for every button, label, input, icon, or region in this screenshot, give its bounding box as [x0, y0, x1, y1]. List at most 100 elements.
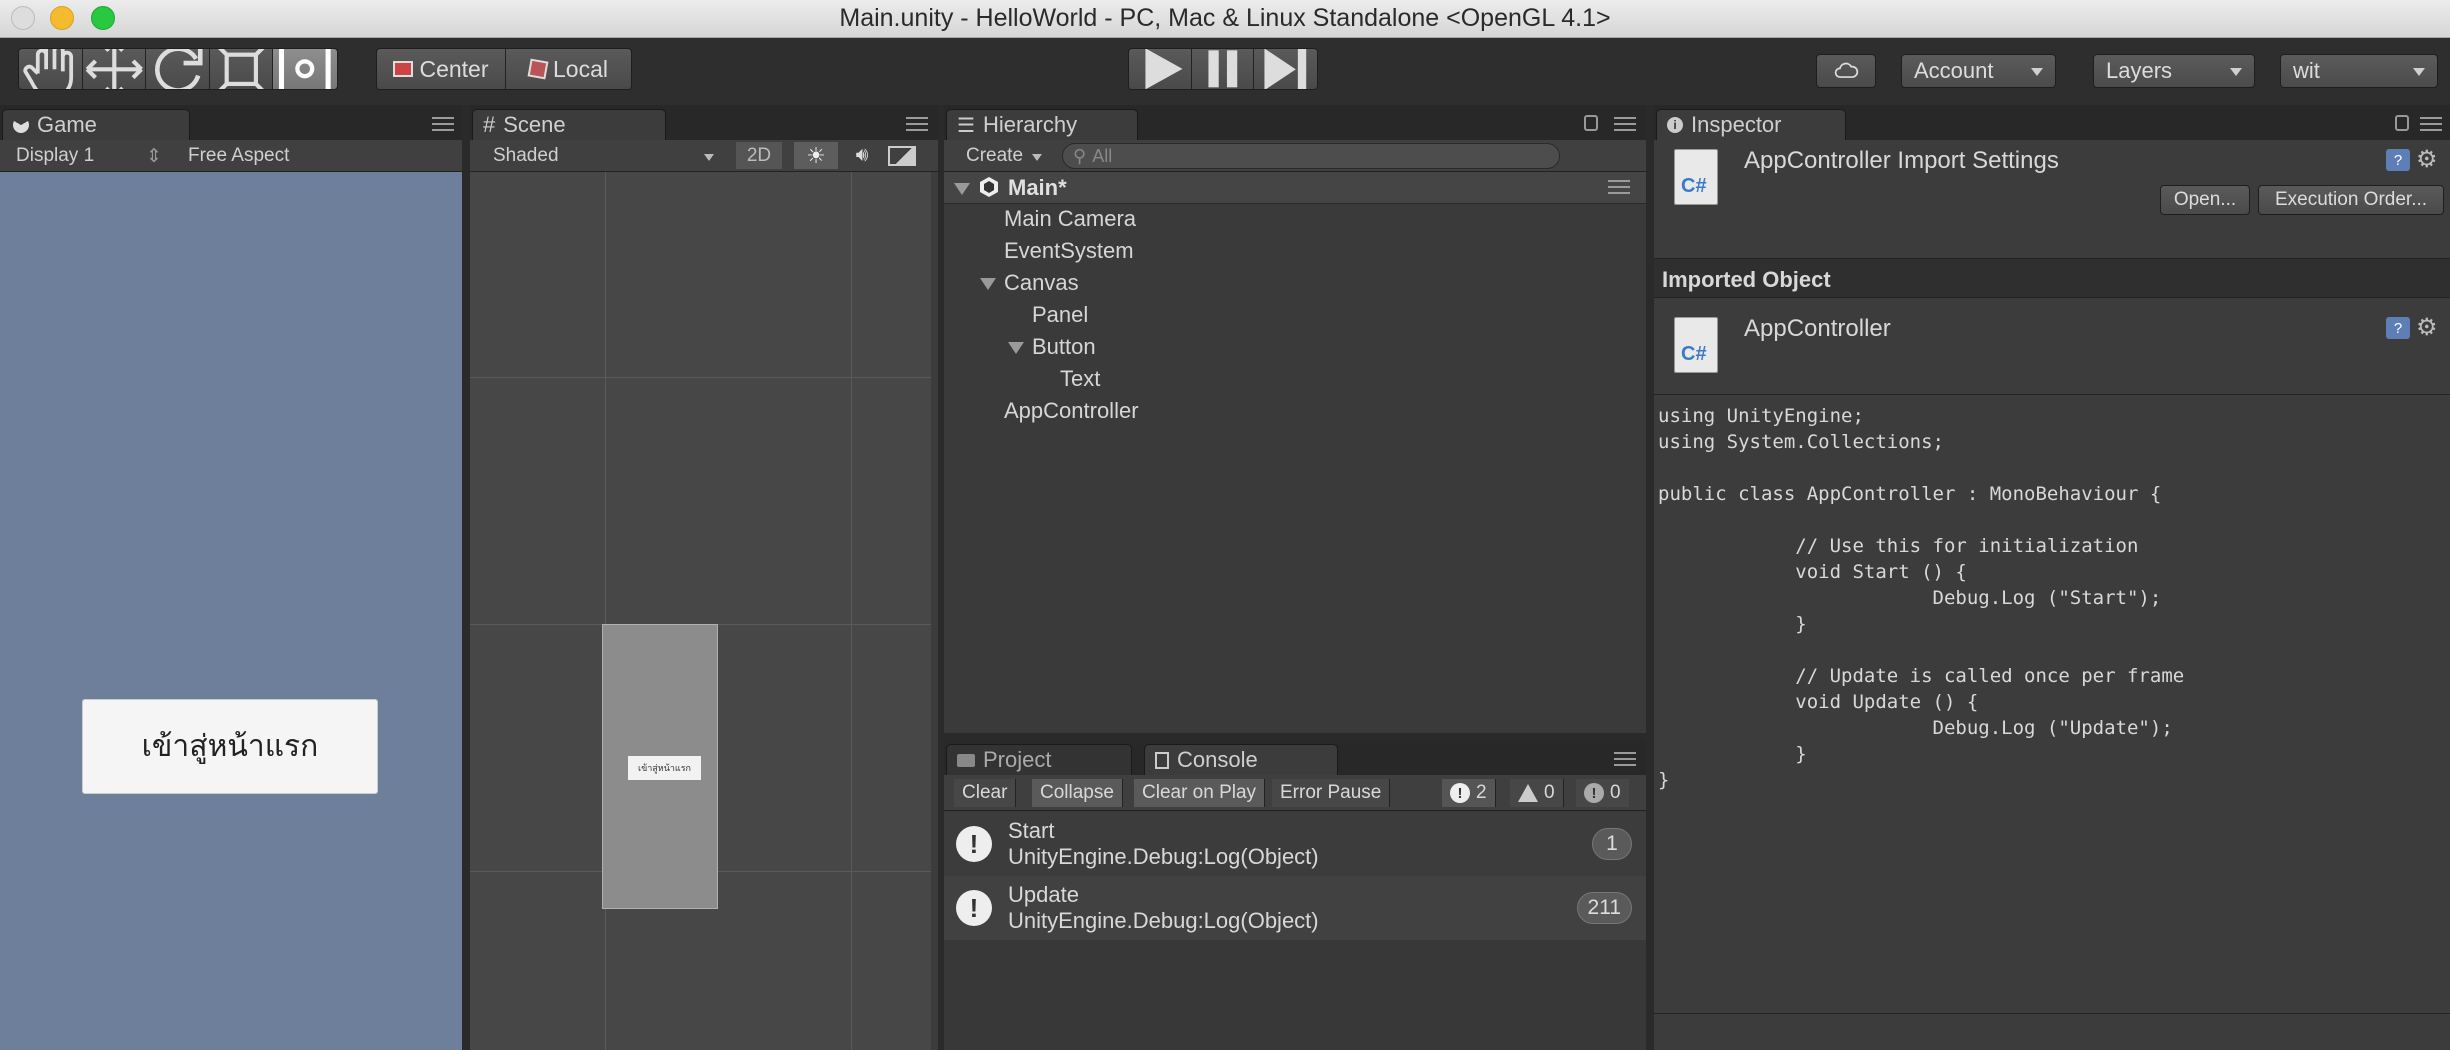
tab-project[interactable]: Project [946, 744, 1132, 775]
aspect-dropdown[interactable]: Free Aspect [188, 145, 289, 167]
move-tool-button[interactable] [82, 49, 147, 89]
pacman-game-icon [13, 117, 29, 133]
clear-label: Clear [962, 782, 1008, 803]
panel-menu-icon[interactable] [1614, 117, 1636, 133]
hierarchy-subbar: Create ⚲ All [944, 140, 1646, 172]
game-viewport[interactable]: เข้าสู่หน้าแรก [0, 172, 462, 1050]
lighting-toggle[interactable]: ☀ [794, 142, 838, 169]
info-icon: ! [1450, 783, 1470, 803]
panel-menu-icon[interactable] [2420, 117, 2442, 133]
transform-tools [18, 48, 338, 90]
audio-toggle[interactable]: 🔊︎ [842, 142, 882, 169]
hierarchy-item-label: Main Camera [1004, 206, 1137, 231]
grid-line [851, 172, 852, 1050]
panel-splitter[interactable] [1646, 105, 1654, 1050]
console-log-row[interactable]: ! Update UnityEngine.Debug:Log(Object) 2… [944, 876, 1646, 940]
hierarchy-item-label: AppController [1004, 398, 1139, 423]
warning-filter-toggle[interactable]: 0 [1510, 779, 1564, 807]
play-button[interactable] [1129, 49, 1192, 89]
clear-on-play-toggle[interactable]: Clear on Play [1134, 779, 1266, 807]
scale-icon [218, 49, 265, 89]
info-filter-toggle[interactable]: ! 2 [1442, 779, 1496, 807]
panel-splitter[interactable] [944, 733, 1646, 740]
lock-icon[interactable] [1584, 115, 1598, 131]
scene-root-row[interactable]: Main* [944, 172, 1646, 204]
step-button[interactable] [1254, 49, 1317, 89]
rect-tool-button[interactable] [273, 49, 337, 89]
clear-button[interactable]: Clear [954, 779, 1017, 807]
play-icon [1145, 49, 1183, 89]
info-circle-icon: i [1667, 117, 1683, 133]
scale-tool-button[interactable] [209, 49, 274, 89]
pivot-center-toggle[interactable]: Center [377, 49, 506, 89]
error-pause-toggle[interactable]: Error Pause [1272, 779, 1391, 807]
hierarchy-item-eventsystem[interactable]: EventSystem [1004, 238, 1134, 264]
hierarchy-item-main-camera[interactable]: Main Camera [1004, 206, 1136, 232]
layout-dropdown[interactable]: wit [2280, 54, 2438, 88]
collapse-toggle[interactable]: Collapse [1032, 779, 1123, 807]
help-icon[interactable]: ? [2386, 149, 2410, 171]
hierarchy-item-label: EventSystem [1004, 238, 1134, 263]
hierarchy-search-input[interactable]: ⚲ All [1062, 143, 1560, 169]
rotate-tool-button[interactable] [146, 49, 210, 89]
info-count: 2 [1476, 782, 1487, 803]
panel-splitter[interactable] [462, 105, 470, 1050]
tab-scene[interactable]: # Scene [472, 109, 666, 140]
console-toolbar: Clear Collapse Clear on Play Error Pause… [944, 775, 1646, 811]
hand-tool-button[interactable] [19, 49, 83, 89]
create-dropdown[interactable]: Create [966, 145, 1023, 167]
open-button[interactable]: Open... [2160, 185, 2250, 215]
scene-viewport[interactable]: เข้าสู่หน้าแรก [470, 172, 931, 1050]
tab-hierarchy[interactable]: ☰ Hierarchy [946, 109, 1138, 140]
game-enter-button[interactable]: เข้าสู่หน้าแรก [82, 699, 378, 794]
project-tab-label: Project [983, 747, 1052, 772]
display-dropdown[interactable]: Display 1 [16, 145, 94, 167]
center-pivot-icon [393, 61, 414, 77]
pivot-toggles: Center Local [376, 48, 632, 90]
expand-triangle-icon[interactable] [980, 278, 996, 290]
step-icon [1264, 49, 1307, 89]
collab-cloud-button[interactable] [1816, 54, 1876, 88]
help-icon[interactable]: ? [2386, 317, 2410, 339]
pivot-center-label: Center [419, 55, 489, 82]
image-effects-icon[interactable] [888, 146, 916, 166]
pivot-local-toggle[interactable]: Local [505, 49, 631, 89]
tab-console[interactable]: Console [1144, 744, 1338, 775]
hierarchy-item-appcontroller[interactable]: AppController [1004, 398, 1139, 424]
section-header: Imported Object [1654, 258, 2450, 298]
pivot-local-label: Local [553, 55, 608, 82]
error-count: 0 [1610, 782, 1621, 803]
expand-triangle-icon[interactable] [1008, 342, 1024, 354]
lock-icon[interactable] [2395, 115, 2409, 131]
panel-splitter[interactable] [938, 105, 944, 1050]
layers-dropdown[interactable]: Layers [2093, 54, 2255, 88]
pause-button[interactable] [1191, 49, 1255, 89]
gear-icon[interactable]: ⚙ [2416, 315, 2442, 341]
hierarchy-item-button[interactable]: Button [1032, 334, 1096, 360]
execution-order-button[interactable]: Execution Order... [2258, 185, 2444, 215]
console-log-row[interactable]: ! Start UnityEngine.Debug:Log(Object) 1 [944, 812, 1646, 876]
scene-menu-icon[interactable] [1608, 180, 1630, 196]
console-icon [1155, 751, 1169, 769]
gear-icon[interactable]: ⚙ [2416, 147, 2442, 173]
tab-inspector[interactable]: i Inspector [1656, 109, 1846, 140]
shading-dropdown[interactable]: Shaded [493, 145, 559, 167]
panel-menu-icon[interactable] [906, 117, 928, 133]
panel-menu-icon[interactable] [1614, 752, 1636, 768]
hierarchy-item-canvas[interactable]: Canvas [1004, 270, 1079, 296]
hierarchy-item-text[interactable]: Text [1060, 366, 1100, 392]
panel-menu-icon[interactable] [432, 117, 454, 133]
folder-icon [957, 753, 975, 767]
error-filter-toggle[interactable]: ! 0 [1576, 779, 1629, 807]
toggle-2d-button[interactable]: 2D [736, 142, 782, 169]
expand-triangle-icon[interactable] [954, 183, 970, 195]
hierarchy-panel: ☰ Hierarchy Create ⚲ All Main* Main Came… [944, 105, 1646, 733]
scene-button-preview[interactable]: เข้าสู่หน้าแรก [628, 756, 701, 780]
tab-game[interactable]: Game [2, 109, 190, 140]
chevron-down-icon [2230, 68, 2242, 76]
hierarchy-item-panel[interactable]: Panel [1032, 302, 1088, 328]
chevron-down-icon [704, 154, 714, 161]
account-dropdown[interactable]: Account [1901, 54, 2056, 88]
hierarchy-tabstrip: ☰ Hierarchy [944, 105, 1646, 140]
move-icon [85, 49, 143, 89]
